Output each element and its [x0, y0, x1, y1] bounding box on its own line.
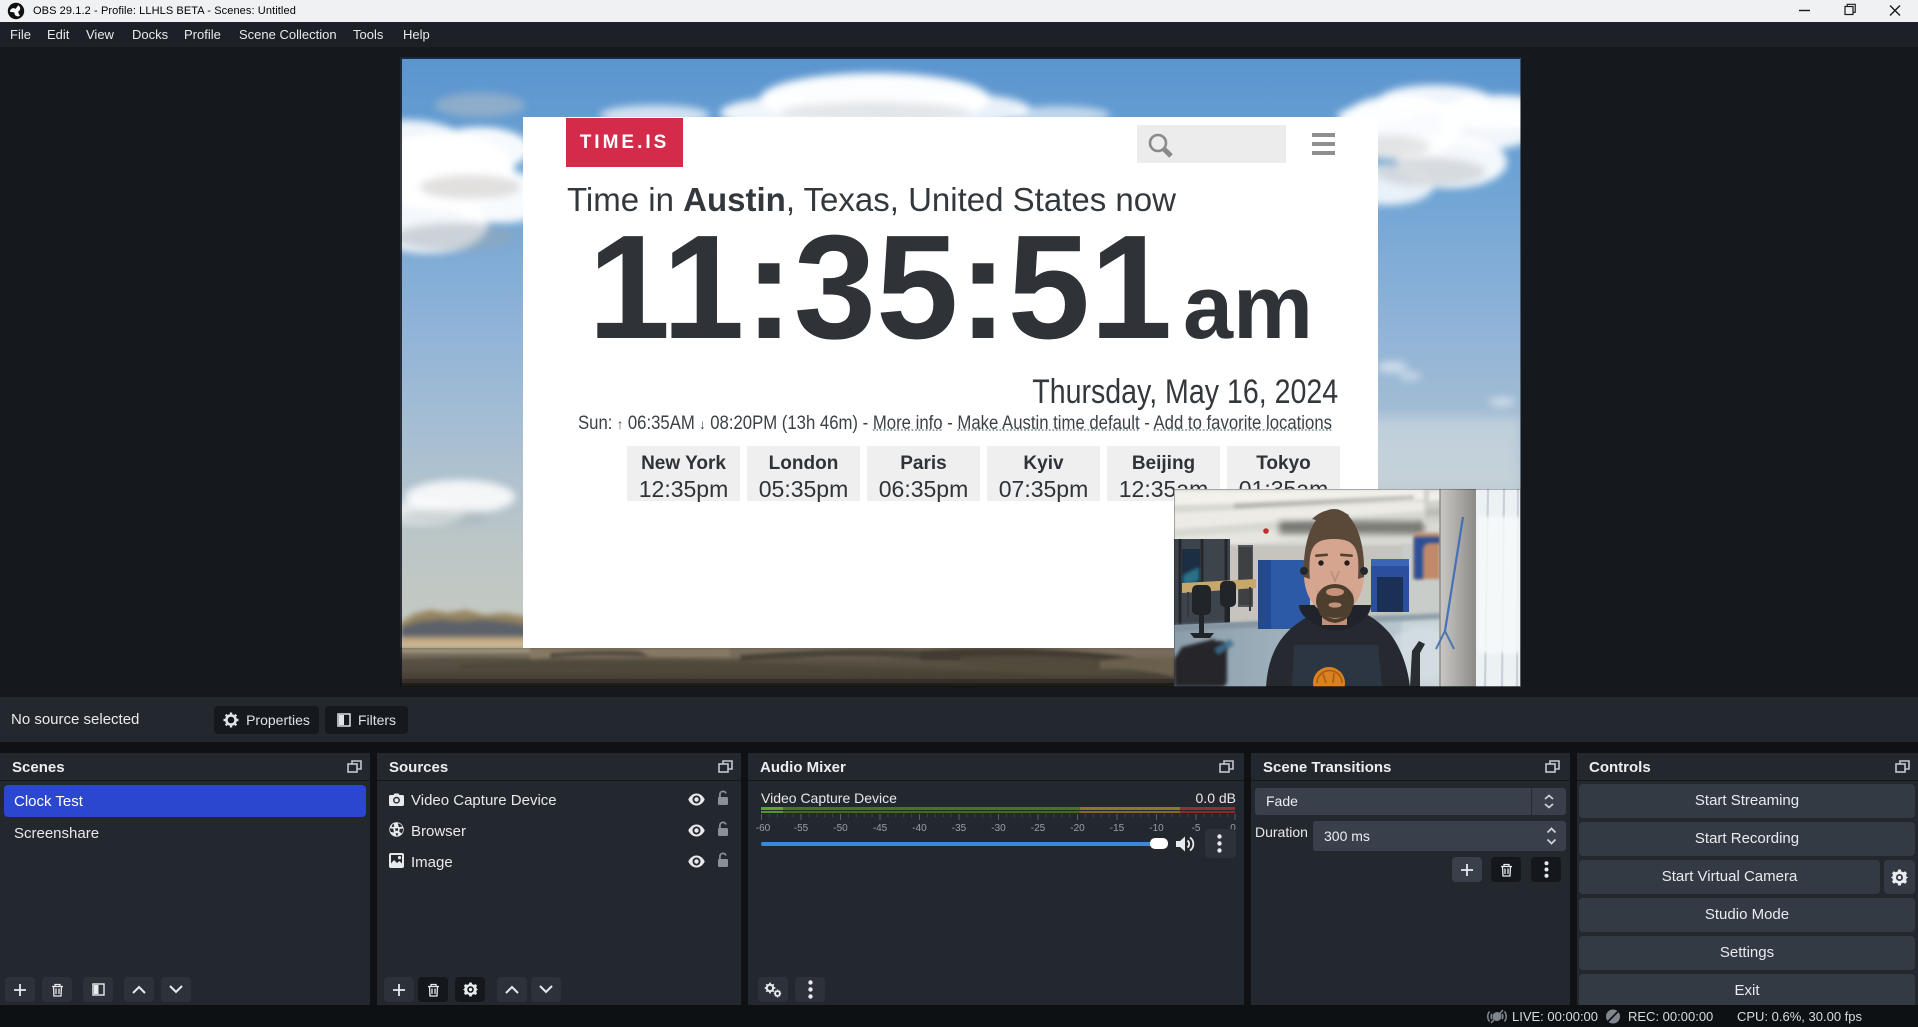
svg-text:-40: -40 — [912, 823, 927, 834]
svg-text:-10: -10 — [1149, 823, 1164, 834]
svg-text:-30: -30 — [991, 823, 1006, 834]
svg-text:-60: -60 — [756, 823, 771, 834]
svg-text:-50: -50 — [833, 823, 848, 834]
svg-text:-45: -45 — [873, 823, 888, 834]
svg-text:-5: -5 — [1192, 823, 1201, 834]
svg-text:-25: -25 — [1031, 823, 1046, 834]
svg-text:-15: -15 — [1110, 823, 1125, 834]
svg-text:-35: -35 — [952, 823, 967, 834]
svg-text:-55: -55 — [794, 823, 809, 834]
svg-text:-20: -20 — [1070, 823, 1085, 834]
